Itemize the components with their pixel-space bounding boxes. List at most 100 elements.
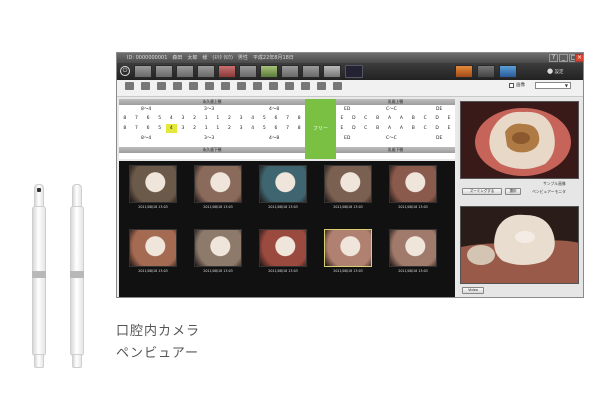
thumbnail-image[interactable] bbox=[259, 229, 307, 267]
tooth-cell[interactable]: 4 bbox=[165, 124, 178, 133]
tooth-cell[interactable]: 1 bbox=[200, 114, 212, 123]
tooth-cell[interactable]: 1 bbox=[212, 124, 224, 133]
thumbnail-image[interactable] bbox=[129, 229, 177, 267]
tool-icon-2[interactable] bbox=[141, 82, 150, 90]
tooth-cell[interactable]: 2 bbox=[224, 124, 236, 133]
grid-view-button[interactable] bbox=[345, 65, 363, 78]
toolbar-button-7[interactable] bbox=[260, 65, 278, 78]
tooth-cell[interactable]: 4 bbox=[247, 124, 259, 133]
tool-icon-9[interactable] bbox=[253, 82, 262, 90]
tool-icon-5[interactable] bbox=[189, 82, 198, 90]
tooth-cell[interactable]: 2 bbox=[189, 124, 201, 133]
tooth-cell[interactable]: A bbox=[396, 114, 408, 123]
tooth-cell[interactable]: 5 bbox=[259, 124, 271, 133]
thumbnail-image[interactable] bbox=[129, 165, 177, 203]
select-button[interactable]: 選択 bbox=[505, 188, 521, 195]
tooth-cell[interactable]: 4 bbox=[247, 114, 259, 123]
toolbar-button-9[interactable] bbox=[302, 65, 320, 78]
tooth-cell[interactable]: E bbox=[336, 124, 348, 133]
toolbar-button-6[interactable] bbox=[239, 65, 257, 78]
thumbnail-image[interactable] bbox=[194, 165, 242, 203]
thumbnail-image[interactable] bbox=[194, 229, 242, 267]
tooth-cell[interactable]: 7 bbox=[131, 124, 143, 133]
zoom-button[interactable]: ズーミングする bbox=[462, 188, 502, 195]
thumbnail-image[interactable] bbox=[389, 229, 437, 267]
tooth-cell[interactable]: 8 bbox=[119, 124, 131, 133]
image-checkbox[interactable] bbox=[509, 83, 514, 88]
tooth-cell[interactable]: 7 bbox=[282, 124, 294, 133]
tool-icon-11[interactable] bbox=[285, 82, 294, 90]
tooth-cell[interactable]: 8 bbox=[293, 114, 305, 123]
tool-icon-14[interactable] bbox=[333, 82, 342, 90]
close-button[interactable]: × bbox=[575, 54, 583, 62]
tooth-cell[interactable]: A bbox=[384, 124, 396, 133]
thumbnail-image[interactable] bbox=[389, 165, 437, 203]
tooth-cell[interactable]: 4 bbox=[166, 114, 178, 123]
power-icon[interactable]: ⏻ bbox=[120, 66, 130, 76]
video-button[interactable]: Video bbox=[462, 287, 484, 294]
tooth-cell[interactable]: E bbox=[336, 114, 348, 123]
toolbar-color-button-3[interactable] bbox=[499, 65, 517, 78]
help-button[interactable]: ? bbox=[549, 54, 558, 62]
tooth-cell[interactable]: 6 bbox=[270, 124, 282, 133]
tooth-cell[interactable]: 6 bbox=[142, 124, 154, 133]
tooth-cell[interactable]: 8 bbox=[119, 114, 131, 123]
tooth-cell[interactable]: B bbox=[407, 124, 419, 133]
tooth-cell[interactable]: 3 bbox=[235, 114, 247, 123]
toolbar-button-5[interactable] bbox=[218, 65, 236, 78]
toolbar-button-3[interactable] bbox=[176, 65, 194, 78]
tool-icon-6[interactable] bbox=[205, 82, 214, 90]
tooth-cell[interactable]: 5 bbox=[259, 114, 271, 123]
minimize-button[interactable]: _ bbox=[559, 54, 568, 62]
tooth-cell[interactable]: C bbox=[419, 124, 431, 133]
tooth-cell[interactable]: 2 bbox=[224, 114, 236, 123]
tooth-cell[interactable]: C bbox=[360, 124, 372, 133]
tooth-cell[interactable]: A bbox=[384, 114, 396, 123]
tooth-cell[interactable]: 2 bbox=[189, 114, 201, 123]
tooth-cell[interactable]: 5 bbox=[154, 124, 166, 133]
tooth-cell[interactable]: C bbox=[360, 114, 372, 123]
toolbar-button-1[interactable] bbox=[134, 65, 152, 78]
tooth-cell[interactable]: E bbox=[443, 124, 455, 133]
tooth-cell[interactable]: 5 bbox=[154, 114, 166, 123]
tooth-cell[interactable]: D bbox=[431, 114, 443, 123]
tool-icon-8[interactable] bbox=[237, 82, 246, 90]
tool-icon-7[interactable] bbox=[221, 82, 230, 90]
toolbar-button-8[interactable] bbox=[281, 65, 299, 78]
toolbar-button-10[interactable] bbox=[323, 65, 341, 78]
toolbar-color-button-2[interactable] bbox=[477, 65, 495, 78]
tooth-cell[interactable]: 3 bbox=[177, 114, 189, 123]
settings-button[interactable]: ● 設定 bbox=[547, 66, 579, 77]
thumbnail-image[interactable] bbox=[324, 229, 372, 267]
tooth-cell[interactable]: D bbox=[348, 124, 360, 133]
tooth-cell[interactable]: 3 bbox=[177, 124, 189, 133]
tooth-cell[interactable]: D bbox=[431, 124, 443, 133]
tooth-cell[interactable]: 8 bbox=[293, 124, 305, 133]
toolbar-button-2[interactable] bbox=[155, 65, 173, 78]
tool-icon-13[interactable] bbox=[317, 82, 326, 90]
tool-icon-1[interactable] bbox=[125, 82, 134, 90]
view-select[interactable]: ▼ bbox=[535, 82, 571, 89]
tooth-cell[interactable]: 6 bbox=[270, 114, 282, 123]
tooth-cell[interactable]: E bbox=[443, 114, 455, 123]
tooth-cell[interactable]: 3 bbox=[235, 124, 247, 133]
toolbar-color-button-1[interactable] bbox=[455, 65, 473, 78]
toolbar-button-4[interactable] bbox=[197, 65, 215, 78]
tooth-cell[interactable]: B bbox=[372, 124, 384, 133]
tooth-cell[interactable]: B bbox=[372, 114, 384, 123]
thumbnail-image[interactable] bbox=[259, 165, 307, 203]
free-mode-button[interactable]: フリー bbox=[305, 99, 336, 159]
tooth-cell[interactable]: 1 bbox=[200, 124, 212, 133]
tooth-cell[interactable]: A bbox=[396, 124, 408, 133]
tooth-cell[interactable]: D bbox=[348, 114, 360, 123]
tooth-cell[interactable]: 7 bbox=[282, 114, 294, 123]
tooth-cell[interactable]: B bbox=[407, 114, 419, 123]
tool-icon-12[interactable] bbox=[301, 82, 310, 90]
tooth-cell[interactable]: 6 bbox=[142, 114, 154, 123]
tooth-cell[interactable]: 7 bbox=[131, 114, 143, 123]
tooth-cell[interactable]: C bbox=[419, 114, 431, 123]
tool-icon-10[interactable] bbox=[269, 82, 278, 90]
tool-icon-4[interactable] bbox=[173, 82, 182, 90]
tool-icon-3[interactable] bbox=[157, 82, 166, 90]
thumbnail-image[interactable] bbox=[324, 165, 372, 203]
